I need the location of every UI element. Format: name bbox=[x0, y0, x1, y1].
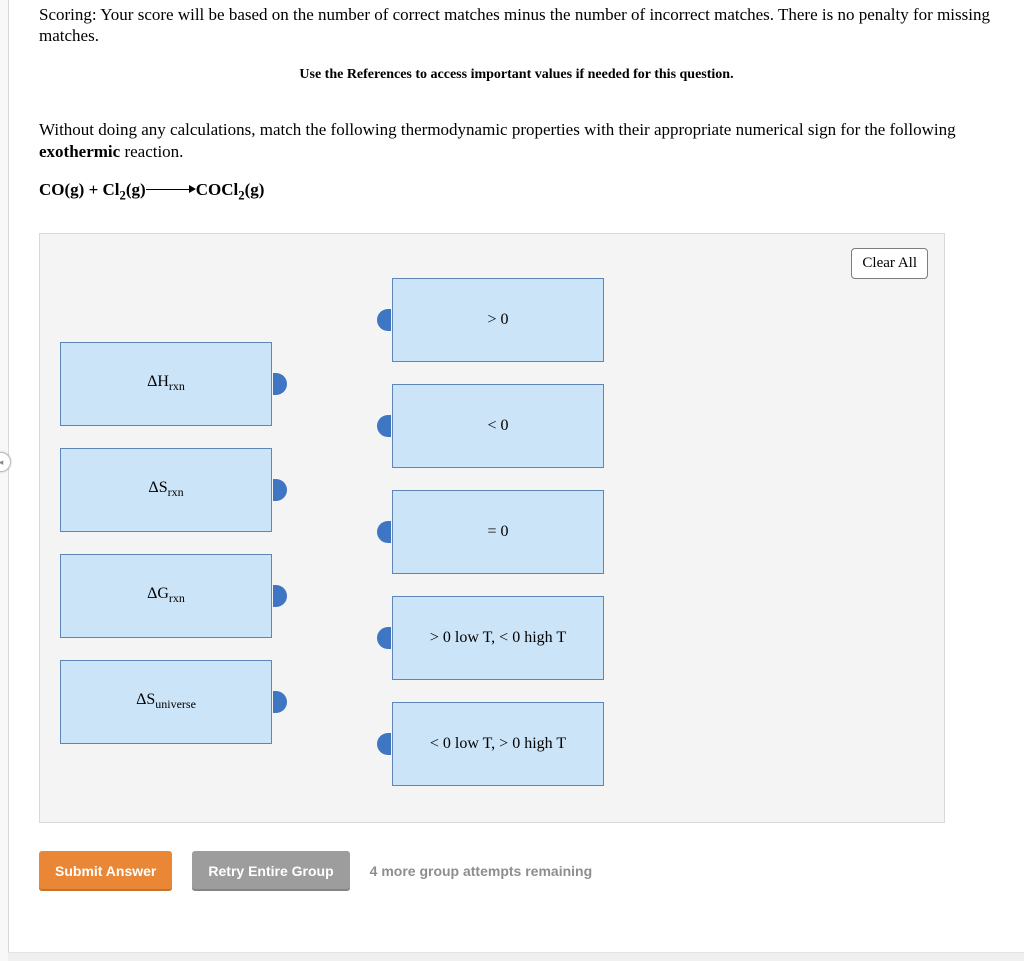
drag-connector-icon[interactable] bbox=[377, 627, 391, 649]
references-note: Use the References to access important v… bbox=[39, 67, 994, 83]
drag-connector-icon[interactable] bbox=[273, 479, 287, 501]
scoring-text: Scoring: Your score will be based on the… bbox=[39, 4, 994, 47]
matching-board: Clear All ΔHrxn ΔSrxn ΔGrxn bbox=[39, 233, 945, 823]
tile-text: < 0 bbox=[487, 417, 508, 435]
sign-tile-temp-b[interactable]: < 0 low T, > 0 high T bbox=[392, 702, 604, 786]
sign-tile-temp-a[interactable]: > 0 low T, < 0 high T bbox=[392, 596, 604, 680]
drag-connector-icon[interactable] bbox=[377, 309, 391, 331]
sign-tile-eq0[interactable]: = 0 bbox=[392, 490, 604, 574]
property-tile-delta-s-universe[interactable]: ΔSuniverse bbox=[60, 660, 272, 744]
retry-group-button[interactable]: Retry Entire Group bbox=[192, 851, 349, 891]
prompt-bold: exothermic bbox=[39, 142, 120, 161]
prompt-text-b: reaction. bbox=[120, 142, 183, 161]
action-bar: Submit Answer Retry Entire Group 4 more … bbox=[39, 851, 994, 891]
drag-connector-icon[interactable] bbox=[377, 415, 391, 437]
tile-subscript: rxn bbox=[168, 486, 184, 500]
property-tile-delta-g[interactable]: ΔGrxn bbox=[60, 554, 272, 638]
tile-text: > 0 bbox=[487, 311, 508, 329]
tile-symbol: ΔS bbox=[148, 479, 167, 496]
drag-connector-icon[interactable] bbox=[273, 373, 287, 395]
tile-symbol: ΔG bbox=[147, 585, 169, 602]
sign-tile-lt0[interactable]: < 0 bbox=[392, 384, 604, 468]
property-tile-delta-h[interactable]: ΔHrxn bbox=[60, 342, 272, 426]
drag-connector-icon[interactable] bbox=[273, 691, 287, 713]
equation-rhs-tail: (g) bbox=[245, 180, 265, 199]
tile-text: < 0 low T, > 0 high T bbox=[430, 735, 566, 753]
reaction-equation: CO(g) + Cl2(g)COCl2(g) bbox=[39, 180, 994, 203]
tile-text: > 0 low T, < 0 high T bbox=[430, 629, 566, 647]
left-scroll-gutter: ◂ bbox=[0, 0, 9, 961]
prompt-text-a: Without doing any calculations, match th… bbox=[39, 120, 956, 139]
question-prompt: Without doing any calculations, match th… bbox=[39, 119, 994, 163]
tile-text: = 0 bbox=[487, 523, 508, 541]
sign-tile-gt0[interactable]: > 0 bbox=[392, 278, 604, 362]
drag-connector-icon[interactable] bbox=[273, 585, 287, 607]
tile-subscript: rxn bbox=[169, 380, 185, 394]
clear-all-button[interactable]: Clear All bbox=[851, 248, 928, 279]
properties-column: ΔHrxn ΔSrxn ΔGrxn ΔSuniverse bbox=[60, 342, 272, 786]
signs-column: > 0 < 0 = 0 > 0 low T, < 0 high T bbox=[392, 278, 604, 786]
attempts-remaining: 4 more group attempts remaining bbox=[370, 863, 592, 879]
equation-rhs: COCl bbox=[196, 180, 239, 199]
tile-subscript: rxn bbox=[169, 592, 185, 606]
tile-subscript: universe bbox=[155, 698, 196, 712]
drag-connector-icon[interactable] bbox=[377, 521, 391, 543]
submit-answer-button[interactable]: Submit Answer bbox=[39, 851, 172, 891]
drag-connector-icon[interactable] bbox=[377, 733, 391, 755]
tile-symbol: ΔS bbox=[136, 691, 155, 708]
property-tile-delta-s[interactable]: ΔSrxn bbox=[60, 448, 272, 532]
tile-symbol: ΔH bbox=[147, 373, 169, 390]
equation-lhs-tail: (g) bbox=[126, 180, 146, 199]
equation-lhs: CO(g) + Cl bbox=[39, 180, 120, 199]
bottom-scroll-gutter bbox=[8, 952, 1024, 961]
